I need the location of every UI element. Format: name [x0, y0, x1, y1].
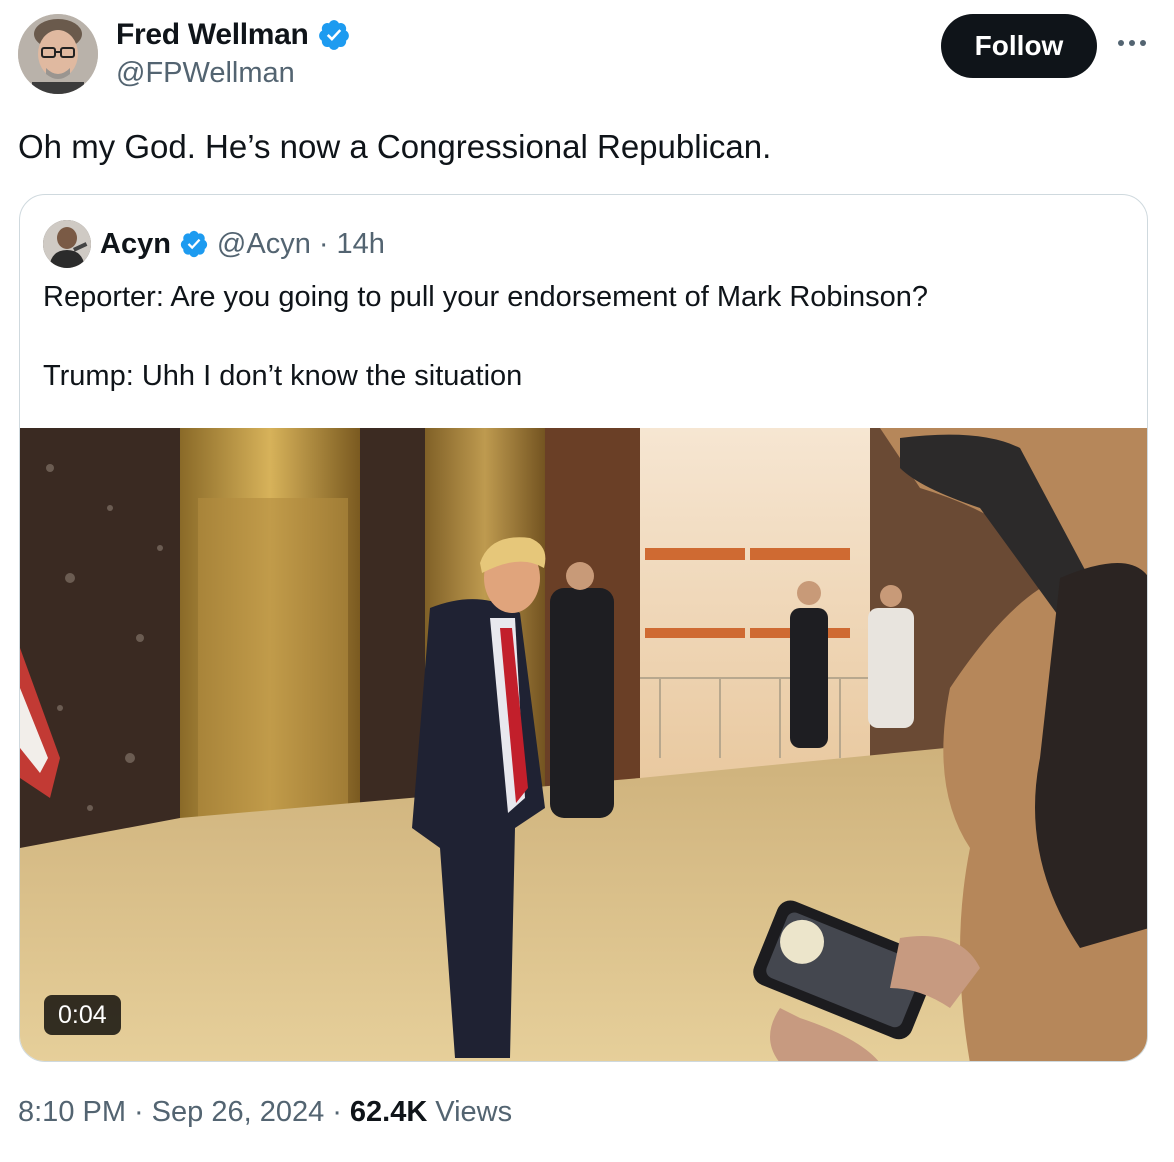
- follow-button[interactable]: Follow: [941, 14, 1097, 78]
- quoted-tweet-card[interactable]: Acyn @Acyn · 14h Reporter: Are you going…: [19, 194, 1148, 1062]
- tweet-meta: 8:10 PM · Sep 26, 2024 · 62.4K Views: [18, 1096, 512, 1129]
- quoted-verified-badge-icon: [180, 230, 208, 258]
- more-options-icon[interactable]: [1112, 28, 1152, 58]
- quoted-avatar-photo: [43, 220, 91, 268]
- quoted-text-line-1: Reporter: Are you going to pull your end…: [43, 281, 928, 313]
- tweet-text: Oh my God. He’s now a Congressional Repu…: [18, 128, 772, 165]
- quoted-text-line-2: Trump: Uhh I don’t know the situation: [43, 360, 523, 392]
- meta-separator: ·: [332, 1096, 342, 1128]
- author-name-row: Fred Wellman: [116, 16, 351, 54]
- meta-separator: ·: [134, 1096, 144, 1128]
- video-player[interactable]: 0:04: [20, 428, 1147, 1061]
- author-avatar-photo: [18, 14, 98, 94]
- views-count: 62.4K: [349, 1096, 428, 1128]
- verified-badge-icon: [318, 20, 349, 50]
- post-date[interactable]: Sep 26, 2024: [152, 1096, 325, 1129]
- post-time[interactable]: 8:10 PM: [18, 1096, 126, 1129]
- quoted-timestamp[interactable]: 14h: [337, 228, 385, 261]
- video-thumbnail: [20, 428, 1147, 1061]
- quoted-display-name[interactable]: Acyn: [100, 228, 171, 261]
- video-duration-badge: 0:04: [44, 995, 121, 1035]
- quoted-separator: ·: [318, 227, 329, 260]
- author-display-name[interactable]: Fred Wellman: [116, 18, 309, 52]
- quoted-handle[interactable]: @Acyn: [217, 228, 311, 261]
- quoted-author-avatar[interactable]: [43, 220, 91, 268]
- author-avatar[interactable]: [18, 14, 98, 94]
- author-handle[interactable]: @FPWellman: [116, 57, 295, 90]
- quoted-header: Acyn @Acyn · 14h: [100, 223, 385, 265]
- views-label: Views: [435, 1096, 513, 1128]
